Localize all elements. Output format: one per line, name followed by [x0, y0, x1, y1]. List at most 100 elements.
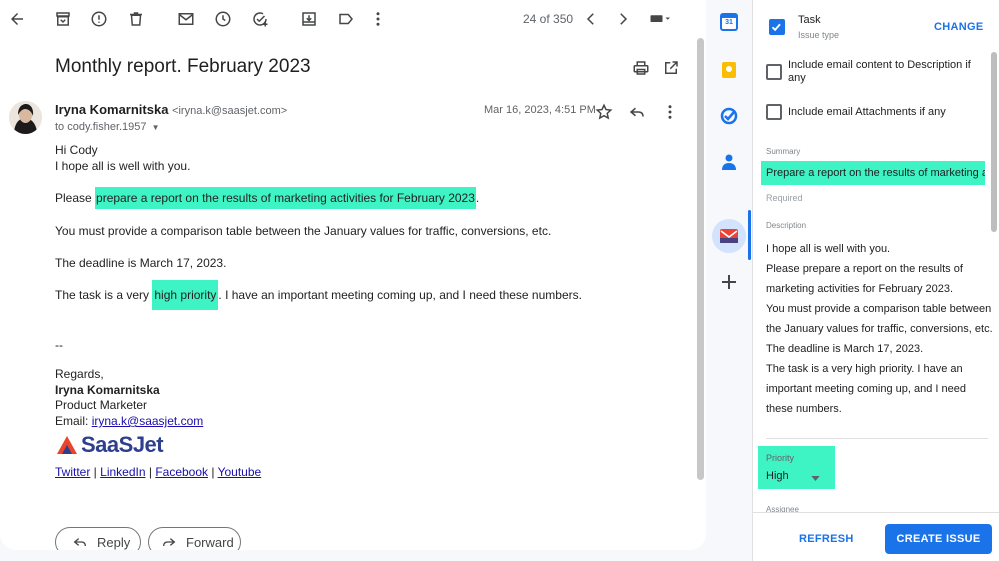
- reply-button[interactable]: Reply: [55, 527, 141, 550]
- description-line: Please prepare a report on the results o…: [766, 263, 963, 275]
- recipient-line[interactable]: to cody.fisher.1957 ▼: [55, 121, 160, 133]
- email-subject: Monthly report. February 2023: [55, 56, 311, 77]
- side-app-strip: 31: [706, 0, 752, 561]
- keyboard-icon[interactable]: [645, 8, 677, 30]
- tasks-icon[interactable]: [720, 107, 738, 125]
- change-issue-type-button[interactable]: CHANGE: [934, 21, 983, 33]
- recipient-text: to cody.fisher.1957: [55, 121, 147, 133]
- reply-icon[interactable]: [626, 101, 648, 123]
- saasjet-logo-mark-icon: [57, 436, 77, 454]
- snooze-clock-icon[interactable]: [212, 8, 234, 30]
- avatar[interactable]: [9, 101, 42, 134]
- youtube-link[interactable]: Youtube: [218, 465, 262, 479]
- move-to-icon[interactable]: [298, 8, 320, 30]
- description-line: You must provide a comparison table betw…: [766, 303, 992, 315]
- more-vert-icon[interactable]: [367, 8, 389, 30]
- panel-scrollbar[interactable]: [991, 52, 997, 232]
- description-line: the January values for traffic, conversi…: [766, 323, 993, 335]
- open-new-window-icon[interactable]: [660, 57, 682, 79]
- description-underline: [766, 438, 988, 439]
- saasjet-logo: SaaSJet: [55, 432, 164, 458]
- print-icon[interactable]: [630, 57, 652, 79]
- signature-email-label: Email:: [55, 414, 92, 428]
- check-icon: [771, 23, 781, 32]
- calendar-icon[interactable]: 31: [720, 13, 738, 31]
- summary-input[interactable]: Prepare a report on the results of marke…: [761, 161, 985, 185]
- body-paragraph-5: The task is a very high priority. I have…: [55, 280, 582, 310]
- description-line: important meeting coming up, and I need: [766, 383, 966, 395]
- keep-icon[interactable]: [720, 61, 738, 79]
- social-links: Twitter | LinkedIn | Facebook | Youtube: [55, 465, 262, 479]
- contacts-icon[interactable]: [720, 153, 738, 171]
- issue-type-checkbox[interactable]: [769, 19, 785, 35]
- signature-email-line: Email: iryna.k@saasjet.com: [55, 414, 203, 428]
- description-label: Description: [766, 221, 807, 230]
- archive-icon[interactable]: [52, 8, 74, 30]
- p2-prefix: Please: [55, 191, 96, 205]
- add-task-icon[interactable]: [249, 8, 271, 30]
- panel-footer: REFRESH CREATE ISSUE: [753, 512, 999, 561]
- signature-email-link[interactable]: iryna.k@saasjet.com: [92, 414, 204, 428]
- include-content-checkbox[interactable]: [766, 64, 782, 80]
- saasjet-addon-button[interactable]: [712, 219, 746, 253]
- newer-chevron-icon[interactable]: [580, 8, 602, 30]
- description-line: The task is a very high priority. I have…: [766, 363, 963, 375]
- mail-pane: 24 of 350 Monthly report. February 2023 …: [0, 0, 706, 550]
- body-line-1: I hope all is well with you.: [55, 159, 191, 173]
- priority-value: High: [766, 470, 789, 482]
- signature-name: Iryna Komarnitska: [55, 383, 160, 397]
- body-paragraph-2: Please prepare a report on the results o…: [55, 187, 480, 209]
- forward-button[interactable]: Forward: [148, 527, 241, 550]
- linkedin-link[interactable]: LinkedIn: [100, 465, 145, 479]
- twitter-link[interactable]: Twitter: [55, 465, 90, 479]
- label-icon[interactable]: [335, 8, 357, 30]
- reply-arrow-icon: [73, 538, 86, 547]
- page-count: 24 of 350: [523, 12, 574, 26]
- highlighted-priority: high priority: [152, 280, 219, 310]
- forward-arrow-icon: [163, 538, 176, 547]
- p5-prefix: The task is a very: [55, 288, 153, 302]
- recipient-details-dropdown-icon[interactable]: ▼: [152, 123, 160, 132]
- create-issue-panel: Task Issue type CHANGE Include email con…: [752, 0, 999, 561]
- saasjet-logo-text: SaaSJet: [81, 432, 164, 457]
- addon-mail-icon: [720, 229, 738, 243]
- p5-suffix: . I have an important meeting coming up,…: [218, 288, 582, 302]
- body-paragraph-3: You must provide a comparison table betw…: [55, 224, 552, 238]
- highlighted-request: prepare a report on the results of marke…: [95, 187, 476, 209]
- message-more-icon[interactable]: [659, 101, 681, 123]
- include-content-label: Include email content to Description if …: [788, 59, 971, 84]
- report-spam-icon[interactable]: [88, 8, 110, 30]
- description-line: The deadline is March 17, 2023.: [766, 343, 924, 355]
- mail-scrollbar[interactable]: [697, 38, 704, 480]
- include-attachments-checkbox[interactable]: [766, 104, 782, 120]
- calendar-day: 31: [725, 19, 733, 26]
- sender-email: <iryna.k@saasjet.com>: [172, 105, 288, 117]
- forward-label: Forward: [186, 534, 234, 550]
- mark-unread-icon[interactable]: [175, 8, 197, 30]
- description-line: marketing activities for February 2023.: [766, 283, 954, 295]
- issue-type-value: Task: [798, 14, 821, 26]
- delete-icon[interactable]: [125, 8, 147, 30]
- sender-line: Iryna Komarnitska <iryna.k@saasjet.com>: [55, 102, 287, 117]
- refresh-button[interactable]: REFRESH: [799, 533, 854, 545]
- back-arrow-icon[interactable]: [6, 8, 28, 30]
- create-issue-button[interactable]: CREATE ISSUE: [885, 524, 992, 554]
- email-date: Mar 16, 2023, 4:51 PM: [484, 104, 596, 116]
- signature-regards: Regards,: [55, 367, 104, 381]
- body-paragraph-4: The deadline is March 17, 2023.: [55, 256, 227, 270]
- facebook-link[interactable]: Facebook: [155, 465, 208, 479]
- description-line: I hope all is well with you.: [766, 243, 891, 255]
- active-indicator: [748, 210, 751, 260]
- priority-label: Priority: [766, 453, 795, 463]
- older-chevron-icon[interactable]: [612, 8, 634, 30]
- signature-title: Product Marketer: [55, 398, 148, 412]
- priority-select[interactable]: Priority High: [758, 446, 835, 489]
- description-textarea[interactable]: I hope all is well with you. Please prep…: [766, 239, 996, 419]
- include-attachments-label: Include email Attachments if any: [788, 106, 946, 118]
- greeting: Hi Cody: [55, 143, 98, 157]
- add-addon-plus-icon[interactable]: [720, 273, 738, 291]
- priority-dropdown-icon: [811, 476, 820, 481]
- star-icon[interactable]: [593, 101, 615, 123]
- summary-value: Prepare a report on the results of marke…: [766, 167, 985, 179]
- p2-suffix: .: [475, 191, 480, 205]
